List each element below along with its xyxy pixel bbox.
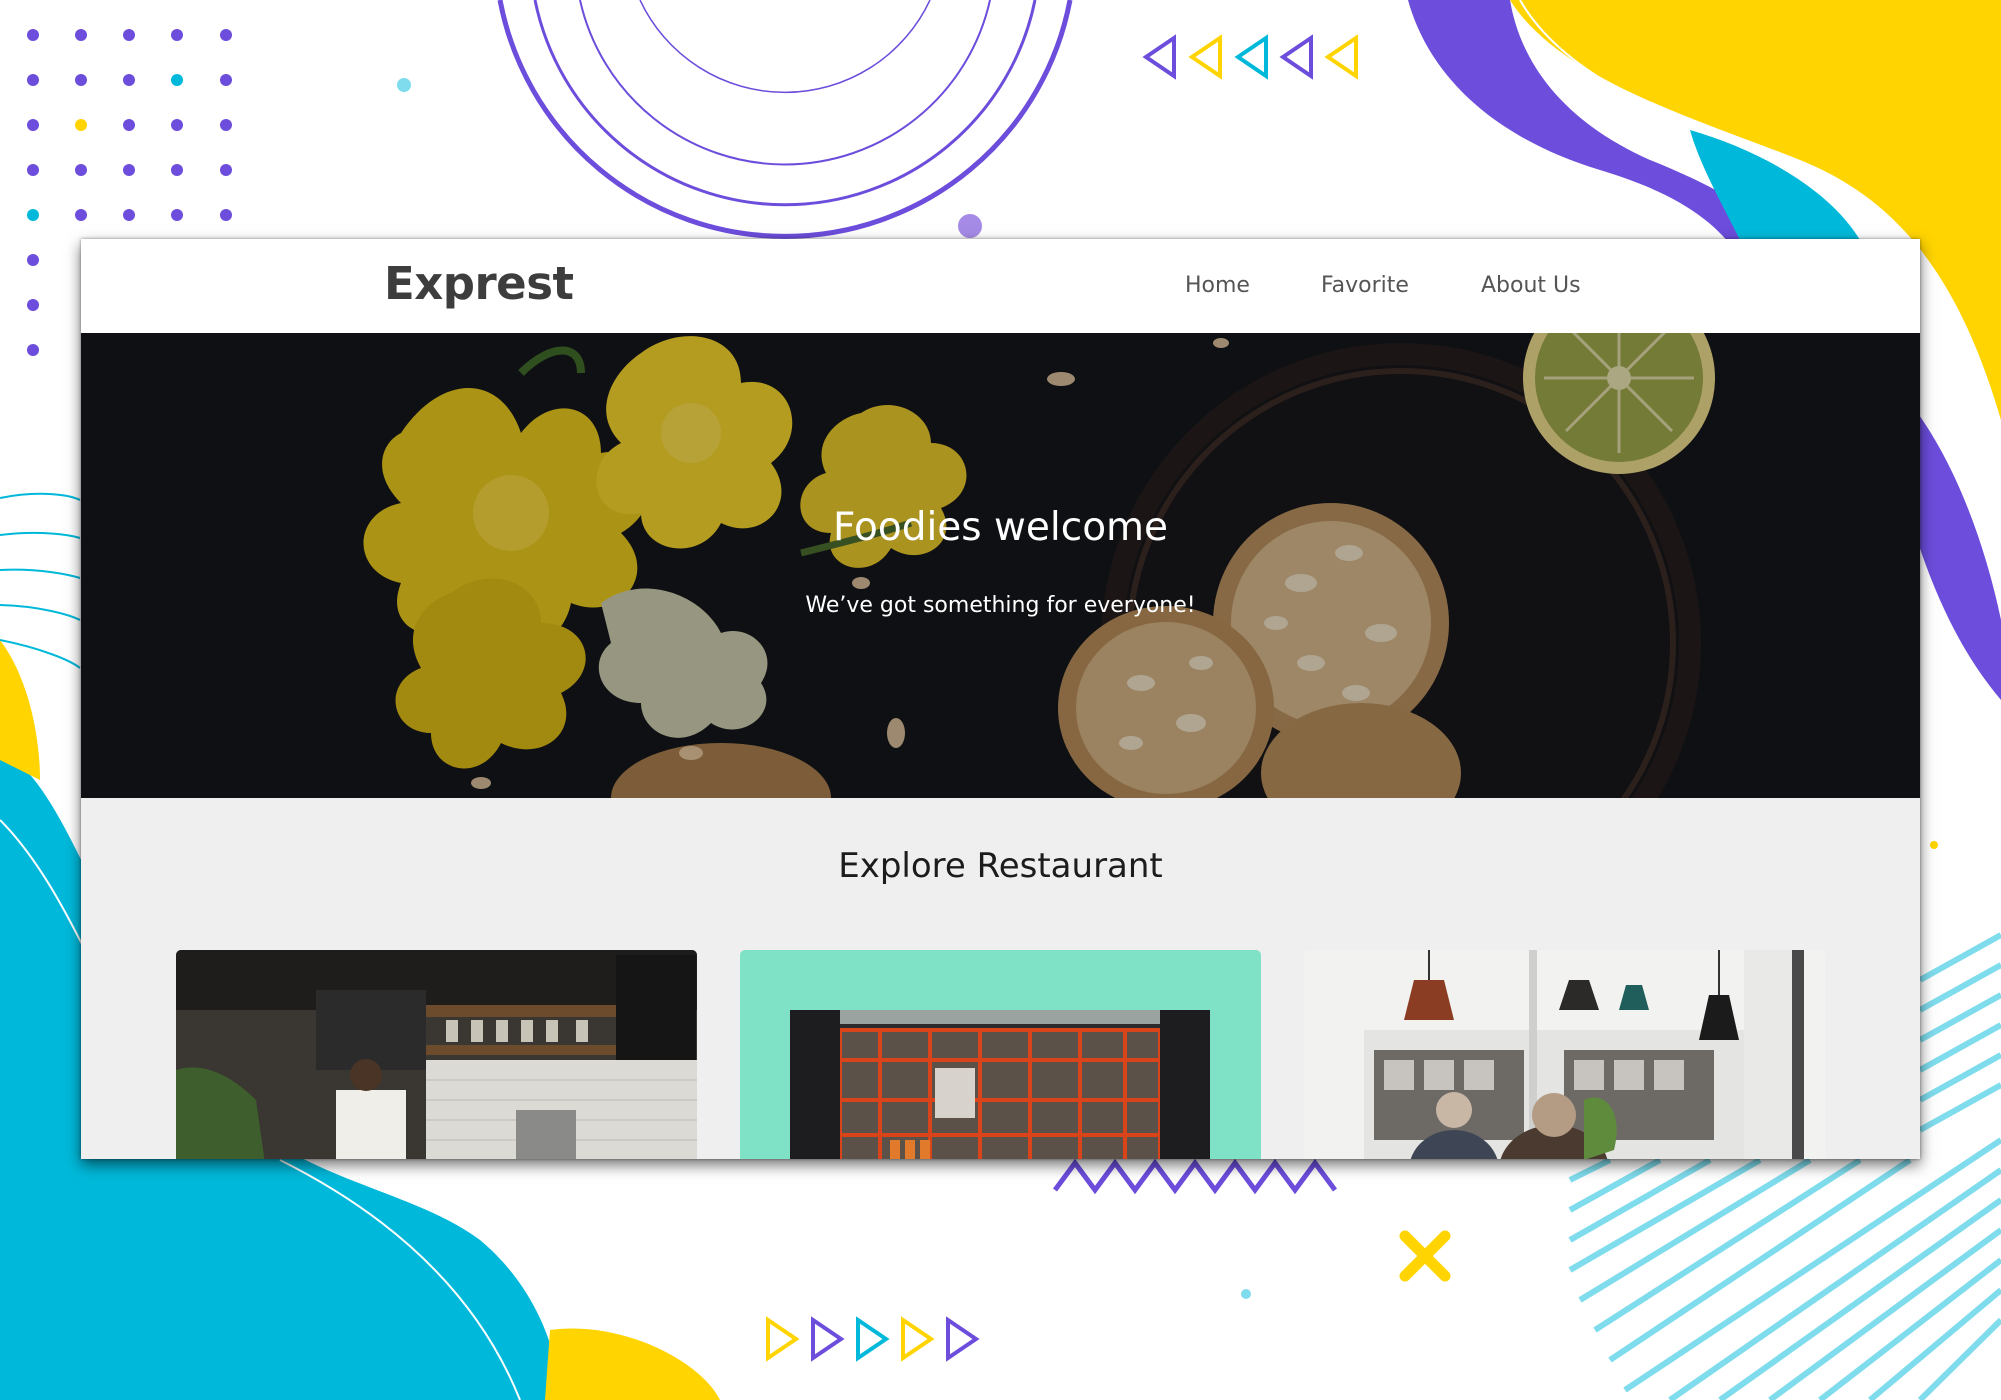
- cafe-interior-photo: [1304, 950, 1825, 1159]
- mint-storefront-photo: [740, 950, 1261, 1159]
- website-window: Exprest Home Favorite About Us Foodies w…: [81, 239, 1920, 1159]
- explore-restaurant-section: Explore Restaurant: [81, 798, 1920, 1159]
- nav-link-home[interactable]: Home: [1185, 273, 1250, 298]
- hero-title: Foodies welcome: [832, 505, 1169, 550]
- nav-link-about-us[interactable]: About Us: [1481, 273, 1581, 298]
- restaurant-card[interactable]: [740, 950, 1261, 1159]
- restaurant-card[interactable]: [176, 950, 697, 1159]
- coffee-bar-photo: [176, 950, 697, 1159]
- brand-logo[interactable]: Exprest: [384, 257, 574, 310]
- section-title: Explore Restaurant: [838, 846, 1163, 886]
- top-navigation-bar: Exprest Home Favorite About Us: [81, 239, 1920, 333]
- hero-subtitle: We’ve got something for everyone!: [805, 593, 1196, 618]
- hero-banner: Foodies welcome We’ve got something for …: [81, 333, 1920, 798]
- restaurant-card[interactable]: [1304, 950, 1825, 1159]
- nav-link-favorite[interactable]: Favorite: [1321, 273, 1409, 298]
- hero-food-photo: [81, 333, 1920, 798]
